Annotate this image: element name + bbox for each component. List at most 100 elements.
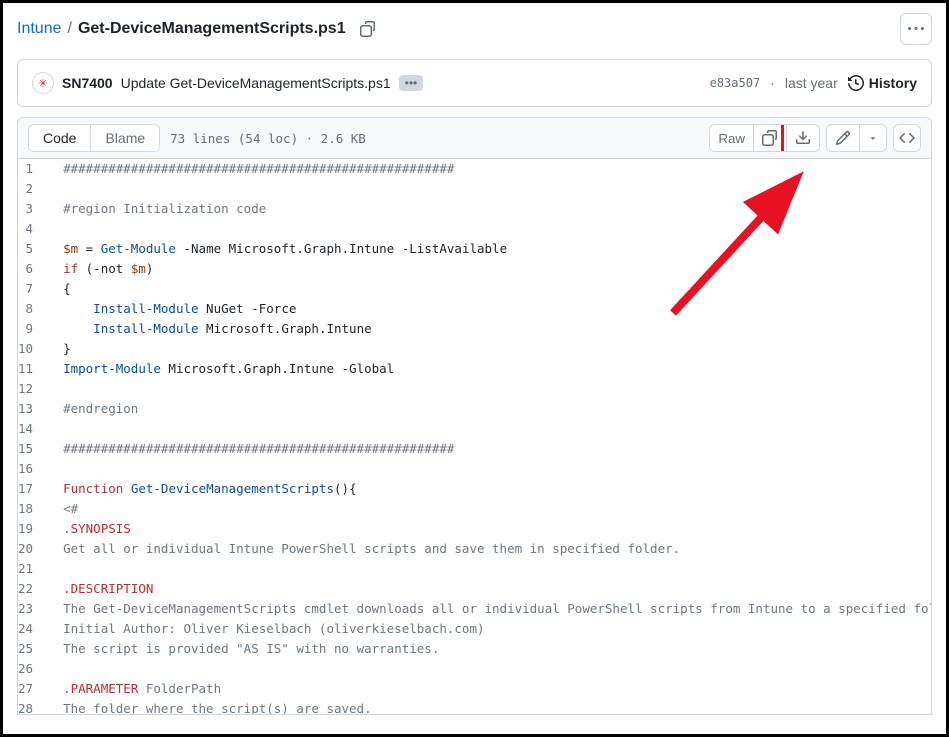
copy-icon — [762, 130, 778, 146]
line-number[interactable]: 25 — [18, 639, 45, 659]
line-content: #region Initialization code — [45, 199, 932, 219]
line-number[interactable]: 28 — [18, 699, 45, 715]
code-line: 18<# — [18, 499, 932, 519]
line-content: The script is provided "AS IS" with no w… — [45, 639, 932, 659]
line-content: .DESCRIPTION — [45, 579, 932, 599]
code-line: 19.SYNOPSIS — [18, 519, 932, 539]
line-number[interactable]: 8 — [18, 299, 45, 319]
code-line: 28The folder where the script(s) are sav… — [18, 699, 932, 715]
download-icon — [795, 130, 811, 146]
line-number[interactable]: 1 — [18, 159, 45, 179]
line-number[interactable]: 4 — [18, 219, 45, 239]
tab-blame[interactable]: Blame — [91, 125, 159, 151]
code-line: 26 — [18, 659, 932, 679]
code-line: 7{ — [18, 279, 932, 299]
line-content: Function Get-DeviceManagementScripts(){ — [45, 479, 932, 499]
line-content: Install-Module NuGet -Force — [45, 299, 932, 319]
line-content: Get all or individual Intune PowerShell … — [45, 539, 932, 559]
line-number[interactable]: 24 — [18, 619, 45, 639]
history-label: History — [869, 75, 917, 91]
code-line: 24Initial Author: Oliver Kieselbach (oli… — [18, 619, 932, 639]
edit-group — [826, 124, 887, 152]
commit-hash[interactable]: e83a507 — [710, 76, 761, 90]
code-line: 20Get all or individual Intune PowerShel… — [18, 539, 932, 559]
commit-author[interactable]: SN7400 — [62, 75, 113, 91]
line-content — [45, 659, 932, 679]
breadcrumb-file: Get-DeviceManagementScripts.ps1 — [78, 20, 346, 38]
line-number[interactable]: 5 — [18, 239, 45, 259]
edit-button[interactable] — [827, 125, 860, 151]
line-number[interactable]: 17 — [18, 479, 45, 499]
commit-dot: · — [770, 75, 775, 91]
code-line: 1#######################################… — [18, 159, 932, 179]
line-content: ########################################… — [45, 159, 932, 179]
line-content — [45, 419, 932, 439]
code-line: 3#region Initialization code — [18, 199, 932, 219]
raw-group: Raw — [709, 124, 820, 152]
line-number[interactable]: 26 — [18, 659, 45, 679]
commit-message[interactable]: Update Get-DeviceManagementScripts.ps1 — [121, 75, 391, 91]
breadcrumb-parent[interactable]: Intune — [17, 20, 61, 38]
line-number[interactable]: 22 — [18, 579, 45, 599]
code-line: 8 Install-Module NuGet -Force — [18, 299, 932, 319]
line-number[interactable]: 18 — [18, 499, 45, 519]
line-content: } — [45, 339, 932, 359]
line-content: Import-Module Microsoft.Graph.Intune -Gl… — [45, 359, 932, 379]
code-line: 23The Get-DeviceManagementScripts cmdlet… — [18, 599, 932, 619]
line-number[interactable]: 15 — [18, 439, 45, 459]
line-number[interactable]: 10 — [18, 339, 45, 359]
chevron-down-icon — [868, 133, 878, 143]
code-line: 13#endregion — [18, 399, 932, 419]
line-number[interactable]: 7 — [18, 279, 45, 299]
code-line: 6if (-not $m) — [18, 259, 932, 279]
line-content: $m = Get-Module -Name Microsoft.Graph.In… — [45, 239, 932, 259]
history-button[interactable]: History — [848, 75, 917, 91]
line-content: { — [45, 279, 932, 299]
symbols-icon — [899, 130, 915, 146]
download-button[interactable] — [787, 125, 819, 151]
code-line: 16 — [18, 459, 932, 479]
line-content — [45, 559, 932, 579]
breadcrumb-separator: / — [67, 20, 71, 38]
copy-button[interactable] — [754, 125, 787, 151]
edit-dropdown-button[interactable] — [860, 125, 886, 151]
line-number[interactable]: 11 — [18, 359, 45, 379]
code-line: 12 — [18, 379, 932, 399]
kebab-icon — [908, 21, 924, 37]
copy-path-icon[interactable] — [360, 21, 376, 37]
line-content — [45, 379, 932, 399]
more-menu-button[interactable] — [900, 13, 932, 45]
code-line: 15######################################… — [18, 439, 932, 459]
commit-ellipsis-button[interactable]: ••• — [399, 75, 424, 91]
code-line: 27.PARAMETER FolderPath — [18, 679, 932, 699]
line-content: if (-not $m) — [45, 259, 932, 279]
line-number[interactable]: 2 — [18, 179, 45, 199]
avatar[interactable]: ✳ — [32, 72, 54, 94]
line-number[interactable]: 20 — [18, 539, 45, 559]
line-number[interactable]: 21 — [18, 559, 45, 579]
line-number[interactable]: 27 — [18, 679, 45, 699]
symbols-button[interactable] — [893, 124, 921, 152]
line-number[interactable]: 23 — [18, 599, 45, 619]
line-number[interactable]: 6 — [18, 259, 45, 279]
line-number[interactable]: 3 — [18, 199, 45, 219]
file-toolbar: Code Blame 73 lines (54 loc) · 2.6 KB Ra… — [17, 117, 932, 159]
code-line: 17Function Get-DeviceManagementScripts()… — [18, 479, 932, 499]
code-line: 9 Install-Module Microsoft.Graph.Intune — [18, 319, 932, 339]
line-content: Install-Module Microsoft.Graph.Intune — [45, 319, 932, 339]
line-number[interactable]: 16 — [18, 459, 45, 479]
tab-group: Code Blame — [28, 124, 160, 152]
pencil-icon — [835, 130, 851, 146]
line-number[interactable]: 12 — [18, 379, 45, 399]
line-number[interactable]: 14 — [18, 419, 45, 439]
line-number[interactable]: 13 — [18, 399, 45, 419]
line-content — [45, 219, 932, 239]
line-content: #endregion — [45, 399, 932, 419]
line-content — [45, 179, 932, 199]
line-number[interactable]: 9 — [18, 319, 45, 339]
raw-button[interactable]: Raw — [710, 125, 754, 151]
line-number[interactable]: 19 — [18, 519, 45, 539]
breadcrumb: Intune / Get-DeviceManagementScripts.ps1 — [17, 20, 376, 38]
tab-code[interactable]: Code — [29, 125, 91, 151]
code-line: 2 — [18, 179, 932, 199]
